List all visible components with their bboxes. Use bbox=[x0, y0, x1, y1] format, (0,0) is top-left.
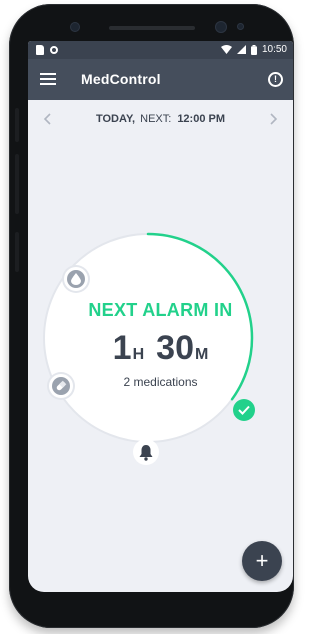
next-alarm-heading: NEXT ALARM IN bbox=[88, 300, 233, 320]
countdown-value: 1H 30M bbox=[28, 329, 293, 368]
pill-icon bbox=[56, 380, 67, 391]
bell-marker[interactable] bbox=[133, 439, 159, 465]
app-screen: 10:50 MedControl ! TODAY,NEXT:12:00 PM bbox=[28, 41, 293, 592]
bixby-button bbox=[15, 232, 19, 272]
volume-up-button bbox=[15, 108, 19, 142]
countdown-minutes: 30 bbox=[156, 329, 194, 367]
plus-icon: + bbox=[255, 548, 269, 573]
countdown-hours-unit: H bbox=[132, 346, 145, 363]
proximity-sensor-icon bbox=[237, 23, 244, 30]
earpiece-speaker bbox=[109, 26, 195, 30]
drop-marker[interactable] bbox=[64, 267, 88, 291]
pill-marker[interactable] bbox=[49, 374, 73, 398]
countdown-minutes-unit: M bbox=[194, 346, 209, 363]
water-drop-icon bbox=[71, 273, 81, 285]
check-icon bbox=[238, 405, 250, 415]
check-marker[interactable] bbox=[233, 399, 255, 421]
volume-down-button bbox=[15, 154, 19, 214]
phone-frame: 10:50 MedControl ! TODAY,NEXT:12:00 PM bbox=[9, 4, 294, 628]
countdown-ring: NEXT ALARM IN 1H 30M 2 medications bbox=[28, 41, 293, 592]
sensor-icon bbox=[70, 22, 80, 32]
bell-icon bbox=[139, 444, 153, 461]
add-medication-button[interactable]: + bbox=[242, 541, 282, 581]
countdown-hours: 1 bbox=[112, 329, 132, 367]
front-camera-icon bbox=[215, 21, 227, 33]
